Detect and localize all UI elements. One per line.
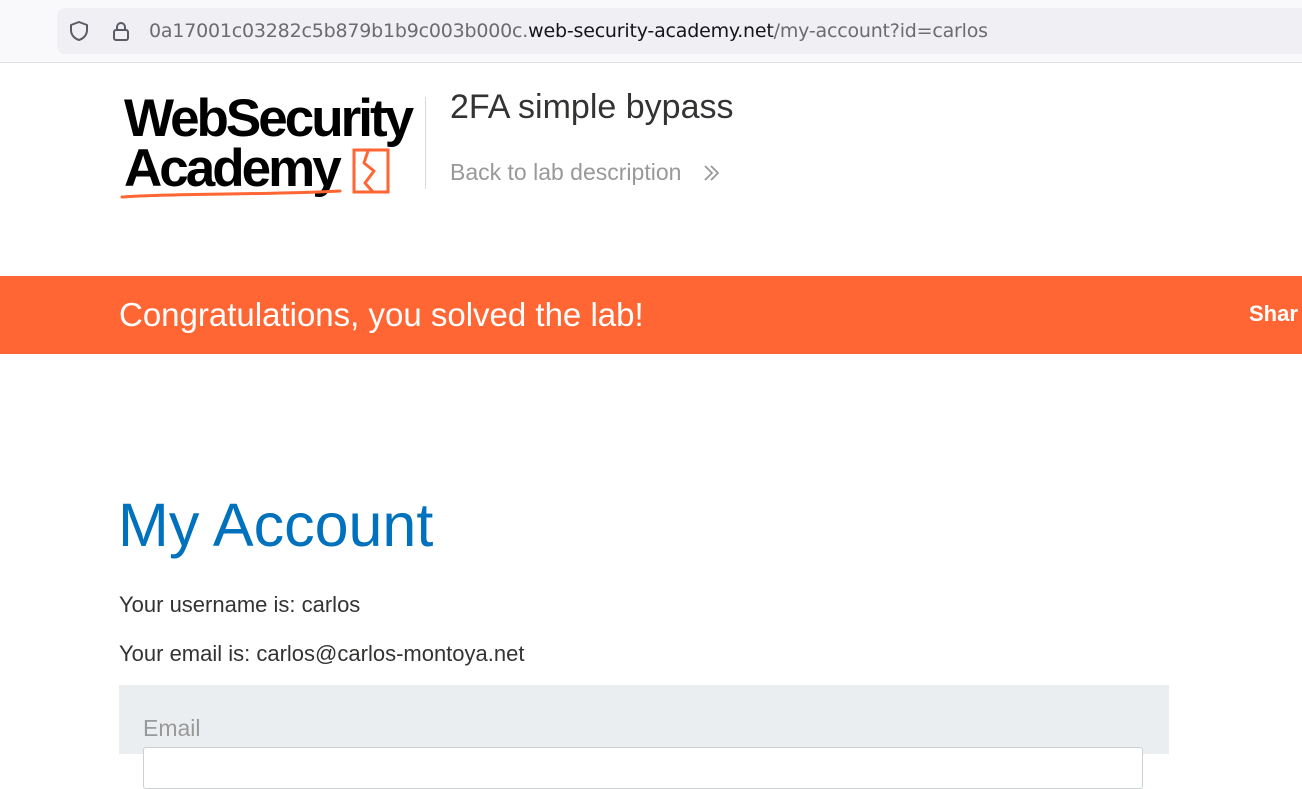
email-label: Email [143, 715, 201, 741]
lab-title: 2FA simple bypass [450, 88, 734, 126]
email-text: Your email is: carlos@carlos-montoya.net [119, 641, 525, 666]
url-domain: web-security-academy.net [528, 20, 774, 42]
username-text: Your username is: carlos [119, 592, 361, 617]
lab-solved-banner: Congratulations, you solved the lab! Sha… [0, 276, 1302, 354]
shield-icon[interactable] [68, 20, 90, 42]
url-path: /my-account?id=carlos [773, 20, 988, 42]
web-security-academy-logo[interactable]: WebSecurity Academy [118, 91, 423, 206]
header-divider [425, 97, 426, 189]
url-prefix: 0a17001c03282c5b879b1b9c003b000c. [149, 20, 529, 42]
change-email-form: Email [119, 685, 1169, 789]
solved-message: Congratulations, you solved the lab! [119, 296, 644, 333]
broken-box-icon [120, 148, 390, 199]
lab-header: WebSecurity Academy 2FA simple bypass Ba… [0, 63, 1302, 276]
double-chevron-right-icon[interactable] [702, 163, 722, 183]
address-bar[interactable]: 0a17001c03282c5b879b1b9c003b000c.web-sec… [57, 8, 1302, 54]
lock-icon[interactable] [110, 20, 132, 42]
share-button[interactable]: Shar [1249, 300, 1298, 328]
url-text[interactable]: 0a17001c03282c5b879b1b9c003b000c.web-sec… [149, 18, 988, 44]
browser-toolbar: 0a17001c03282c5b879b1b9c003b000c.web-sec… [0, 0, 1302, 63]
email-input[interactable] [143, 747, 1143, 789]
back-to-lab-description-link[interactable]: Back to lab description [450, 158, 681, 186]
page-title: My Account [118, 491, 434, 559]
